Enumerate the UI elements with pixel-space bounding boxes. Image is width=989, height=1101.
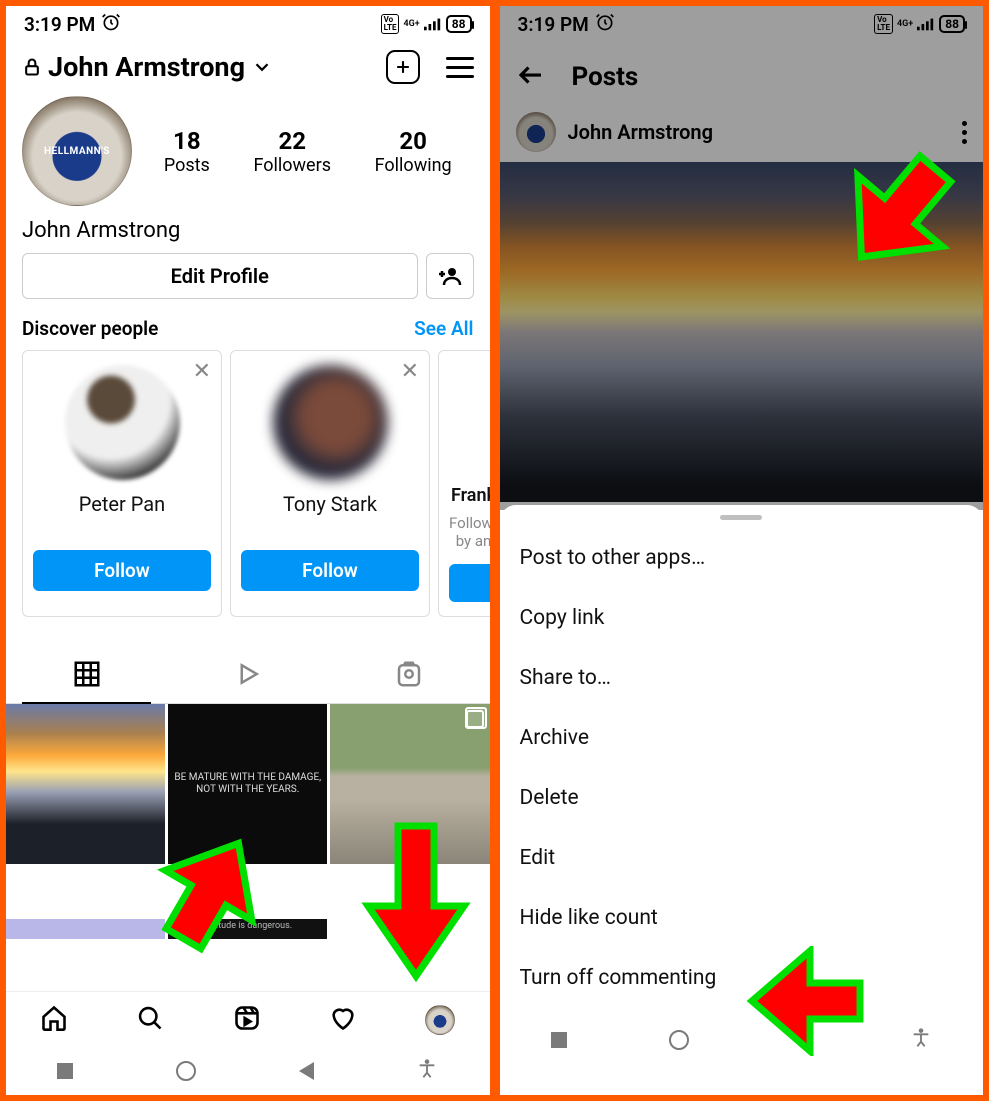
back-arrow-icon[interactable] xyxy=(516,60,546,94)
posts-stat[interactable]: 18 Posts xyxy=(164,127,210,176)
post-thumbnail[interactable] xyxy=(6,919,165,939)
grid-tab[interactable] xyxy=(6,651,167,703)
accessibility-button[interactable] xyxy=(416,1058,438,1084)
alarm-icon xyxy=(101,12,121,37)
chevron-down-icon xyxy=(251,56,273,78)
post-thumbnail[interactable] xyxy=(330,704,489,864)
status-bar: 3:19 PM VoLTE 4G+ 88 xyxy=(500,6,984,42)
discover-card: ✕ Peter Pan Follow xyxy=(22,350,222,617)
sheet-delete[interactable]: Delete xyxy=(500,768,984,828)
close-icon[interactable]: ✕ xyxy=(401,359,419,384)
profile-avatar[interactable]: HELLMANN'S xyxy=(22,96,132,206)
follow-button[interactable]: Follow xyxy=(241,550,419,591)
activity-icon[interactable] xyxy=(329,1004,357,1036)
sheet-hide-like-count[interactable]: Hide like count xyxy=(500,888,984,948)
sheet-copy-link[interactable]: Copy link xyxy=(500,588,984,648)
back-button[interactable] xyxy=(792,1031,807,1049)
discover-card: ✕ Tony Stark Follow xyxy=(230,350,430,617)
post-more-button[interactable] xyxy=(962,121,967,144)
create-button[interactable] xyxy=(386,50,420,84)
card-name: Peter Pan xyxy=(33,492,211,516)
card-name: Tony Stark xyxy=(241,492,419,516)
discover-carousel[interactable]: ✕ Peter Pan Follow ✕ Tony Stark Follow F… xyxy=(6,350,490,617)
search-icon[interactable] xyxy=(136,1004,164,1036)
bottom-nav xyxy=(6,991,490,1047)
card-subtitle: Followed by an xyxy=(449,514,490,550)
network-label: 4G+ xyxy=(897,20,913,29)
profile-tabs xyxy=(6,651,490,704)
sheet-post-to-other-apps[interactable]: Post to other apps… xyxy=(500,528,984,588)
status-time: 3:19 PM xyxy=(518,13,589,36)
volte-icon: VoLTE xyxy=(874,14,893,34)
follow-button[interactable] xyxy=(449,564,490,602)
profile-header: John Armstrong xyxy=(6,42,490,96)
battery-indicator: 88 xyxy=(446,15,472,33)
system-nav xyxy=(500,1016,984,1064)
home-icon[interactable] xyxy=(40,1004,68,1036)
sheet-handle[interactable] xyxy=(720,515,762,520)
post-thumbnail[interactable] xyxy=(6,704,165,864)
sheet-archive[interactable]: Archive xyxy=(500,708,984,768)
following-stat[interactable]: 20 Following xyxy=(375,127,452,176)
author-avatar[interactable] xyxy=(516,112,556,152)
posts-header: Posts xyxy=(500,42,984,106)
options-sheet: Post to other apps… Copy link Share to… … xyxy=(500,505,984,1095)
volte-icon: VoLTE xyxy=(381,14,400,34)
post-thumbnail[interactable]: Solitude is dangerous. xyxy=(168,919,327,939)
posts-grid: BE MATURE WITH THE DAMAGE, NOT WITH THE … xyxy=(6,704,490,991)
home-button[interactable] xyxy=(669,1030,689,1050)
battery-indicator: 88 xyxy=(939,15,965,33)
post-author-row: John Armstrong xyxy=(500,106,984,162)
recents-button[interactable] xyxy=(57,1063,73,1079)
close-icon[interactable]: ✕ xyxy=(193,359,211,384)
post-options-screen: 3:19 PM VoLTE 4G+ 88 Posts John Armstron… xyxy=(500,6,984,1095)
card-name: Frank xyxy=(449,485,490,506)
display-name: John Armstrong xyxy=(6,212,490,253)
profile-screen: 3:19 PM VoLTE 4G+ 88 John Armstrong xyxy=(6,6,490,1095)
reels-tab[interactable] xyxy=(167,651,328,703)
discover-card: Frank Followed by an xyxy=(438,350,490,617)
post-image[interactable] xyxy=(500,162,984,502)
reels-nav-icon[interactable] xyxy=(233,1004,261,1036)
home-button[interactable] xyxy=(176,1061,196,1081)
header-username: John Armstrong xyxy=(48,51,245,83)
follow-button[interactable]: Follow xyxy=(33,550,211,591)
status-bar: 3:19 PM VoLTE 4G+ 88 xyxy=(6,6,490,42)
alarm-icon xyxy=(595,12,615,37)
discover-heading: Discover people xyxy=(22,317,158,340)
profile-nav-avatar[interactable] xyxy=(425,1005,455,1035)
lock-icon xyxy=(22,56,42,78)
followers-stat[interactable]: 22 Followers xyxy=(253,127,331,176)
author-name[interactable]: John Armstrong xyxy=(568,120,713,144)
tagged-tab[interactable] xyxy=(328,651,489,703)
menu-button[interactable] xyxy=(446,57,474,78)
signal-icon xyxy=(917,13,935,36)
network-label: 4G+ xyxy=(403,20,419,29)
recents-button[interactable] xyxy=(551,1032,567,1048)
system-nav xyxy=(6,1047,490,1095)
signal-icon xyxy=(424,13,442,36)
see-all-link[interactable]: See All xyxy=(414,317,473,340)
sheet-turn-off-commenting[interactable]: Turn off commenting xyxy=(500,948,984,1008)
back-button[interactable] xyxy=(299,1062,314,1080)
discover-people-button[interactable] xyxy=(426,253,474,299)
status-time: 3:19 PM xyxy=(24,13,95,36)
post-thumbnail[interactable]: BE MATURE WITH THE DAMAGE, NOT WITH THE … xyxy=(168,704,327,864)
card-avatar[interactable] xyxy=(65,365,180,480)
page-title: Posts xyxy=(572,62,639,92)
accessibility-button[interactable] xyxy=(910,1027,932,1053)
sheet-share-to[interactable]: Share to… xyxy=(500,648,984,708)
card-avatar[interactable] xyxy=(273,365,388,480)
username-switcher[interactable]: John Armstrong xyxy=(22,51,273,83)
carousel-icon xyxy=(466,710,484,728)
edit-profile-button[interactable]: Edit Profile xyxy=(22,253,418,299)
sheet-edit[interactable]: Edit xyxy=(500,828,984,888)
post-thumbnail[interactable] xyxy=(330,919,489,939)
